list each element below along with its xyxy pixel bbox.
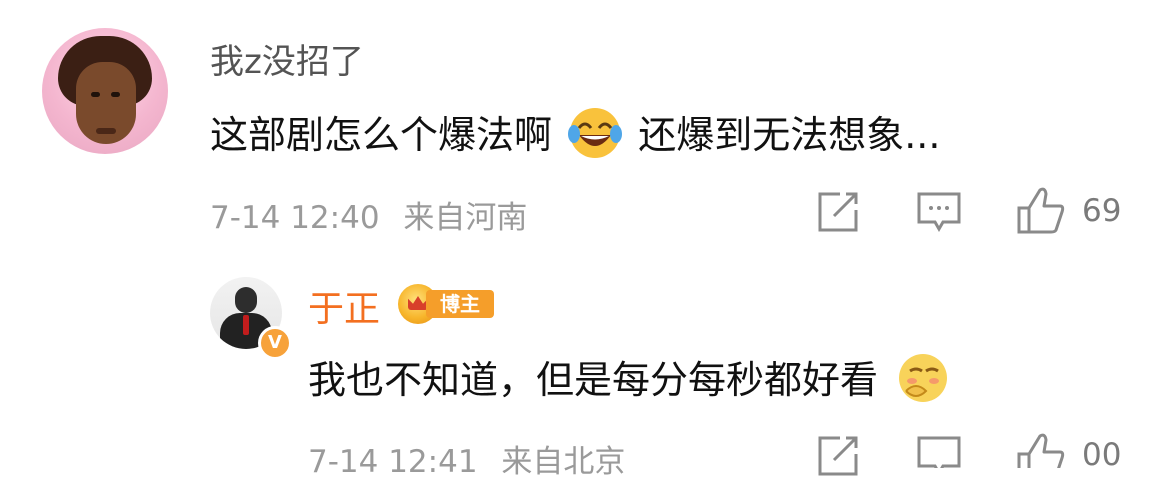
comment-meta: 7-14 12:40 来自河南 bbox=[210, 192, 527, 237]
blushing-shy-emoji-icon bbox=[896, 351, 950, 414]
reply-timestamp: 7-14 12:41 bbox=[308, 444, 478, 480]
blogger-badge: 博主 bbox=[398, 284, 494, 324]
comment-text-part1: 这部剧怎么个爆法啊 bbox=[210, 113, 553, 157]
commenter-username[interactable]: 我z没招了 bbox=[210, 34, 364, 83]
comment-timestamp: 7-14 12:40 bbox=[210, 200, 380, 236]
reply-meta: 7-14 12:41 来自北京 bbox=[308, 436, 625, 481]
reply-username[interactable]: 于正 bbox=[308, 280, 380, 332]
reply-text: 我也不知道，但是每分每秒都好看 bbox=[308, 349, 950, 414]
comment-location: 来自河南 bbox=[403, 200, 528, 236]
reply-location: 来自北京 bbox=[501, 444, 626, 480]
laughing-tears-emoji-icon bbox=[568, 106, 623, 169]
comment-icon[interactable] bbox=[916, 190, 962, 238]
share-icon[interactable] bbox=[816, 434, 860, 482]
comment-text: 这部剧怎么个爆法啊 还爆到无法想象... bbox=[210, 104, 940, 169]
reply-text-body: 我也不知道，但是每分每秒都好看 bbox=[308, 358, 879, 402]
blogger-badge-label: 博主 bbox=[426, 290, 494, 318]
like-count: 69 bbox=[1082, 193, 1122, 229]
watermark-cover bbox=[905, 468, 1161, 482]
like-icon[interactable] bbox=[1016, 184, 1066, 240]
comment-text-part2: 还爆到无法想象... bbox=[638, 113, 941, 157]
verified-badge-icon: V bbox=[258, 326, 292, 360]
commenter-avatar[interactable] bbox=[42, 28, 168, 154]
share-icon[interactable] bbox=[816, 190, 860, 238]
